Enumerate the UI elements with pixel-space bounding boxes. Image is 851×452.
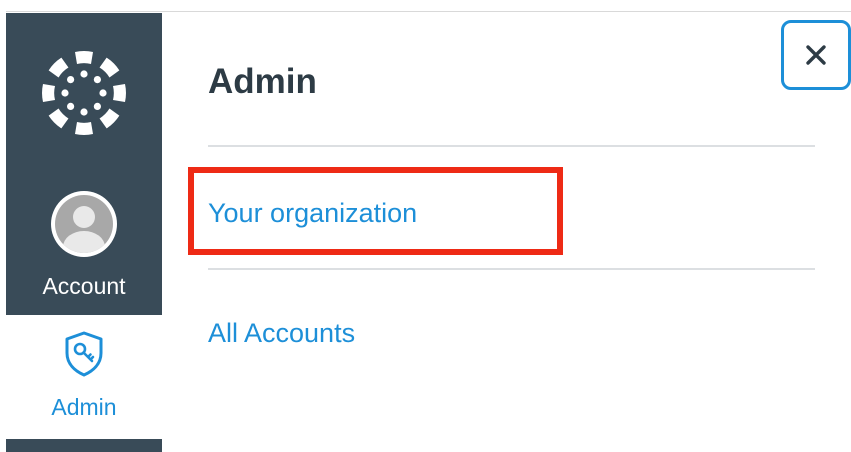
top-border bbox=[0, 0, 851, 12]
shield-key-icon bbox=[64, 331, 104, 382]
tray-title: Admin bbox=[208, 62, 317, 101]
canvas-logo-icon[interactable] bbox=[6, 13, 162, 173]
close-icon bbox=[806, 45, 826, 65]
nav-item-account[interactable]: Account bbox=[6, 183, 162, 315]
divider bbox=[208, 268, 815, 270]
nav-item-account-label: Account bbox=[42, 273, 126, 299]
user-avatar-icon bbox=[51, 191, 117, 257]
close-button[interactable] bbox=[781, 20, 851, 90]
divider bbox=[208, 145, 815, 147]
highlight-box bbox=[188, 167, 563, 255]
nav-item-admin[interactable]: Admin bbox=[6, 315, 162, 439]
global-navigation: Account Admin bbox=[6, 13, 162, 452]
nav-item-admin-label: Admin bbox=[51, 394, 117, 420]
link-all-accounts[interactable]: All Accounts bbox=[208, 318, 355, 349]
